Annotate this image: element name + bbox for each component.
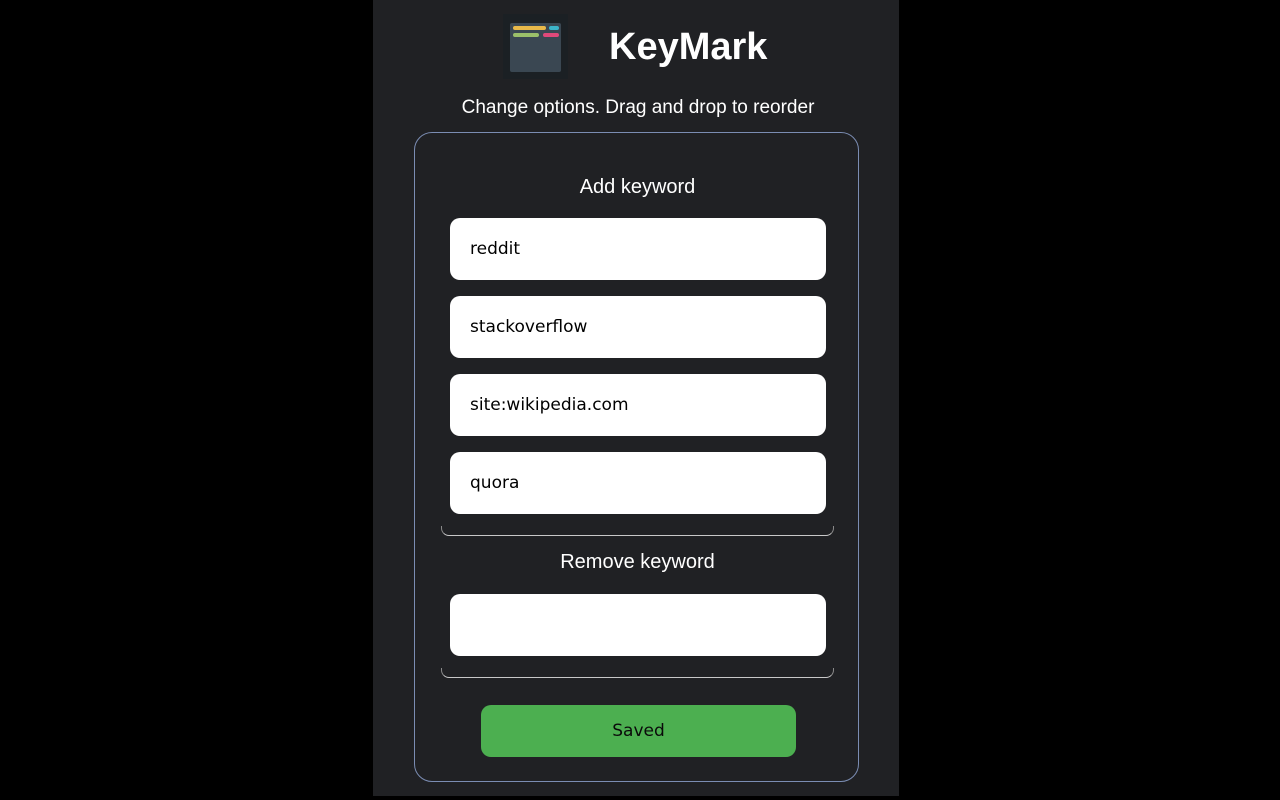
keyword-input-3[interactable]: [450, 374, 826, 436]
keyword-input-4[interactable]: [450, 452, 826, 514]
add-keyword-heading: Add keyword: [579, 176, 696, 198]
keyword-input-1[interactable]: [450, 218, 826, 280]
add-section-divider: [441, 526, 834, 536]
logo-card: [510, 23, 561, 72]
save-button[interactable]: Saved: [481, 705, 796, 757]
notes-list-icon: [503, 14, 568, 79]
logo-bar-green: [513, 33, 539, 37]
logo-bar-yellow: [513, 26, 546, 30]
app-title: KeyMark: [609, 26, 768, 68]
logo-bar-teal: [549, 26, 559, 30]
options-box: Add keyword Remove keyword Saved: [414, 132, 859, 782]
page-subtitle: Change options. Drag and drop to reorder: [461, 97, 815, 118]
options-panel: KeyMark Change options. Drag and drop to…: [373, 0, 899, 796]
logo-bar-pink: [543, 33, 559, 37]
header: KeyMark: [373, 0, 899, 90]
remove-section-divider: [441, 668, 834, 678]
remove-keyword-heading: Remove keyword: [560, 551, 715, 573]
remove-keyword-input[interactable]: [450, 594, 826, 656]
keyword-input-2[interactable]: [450, 296, 826, 358]
